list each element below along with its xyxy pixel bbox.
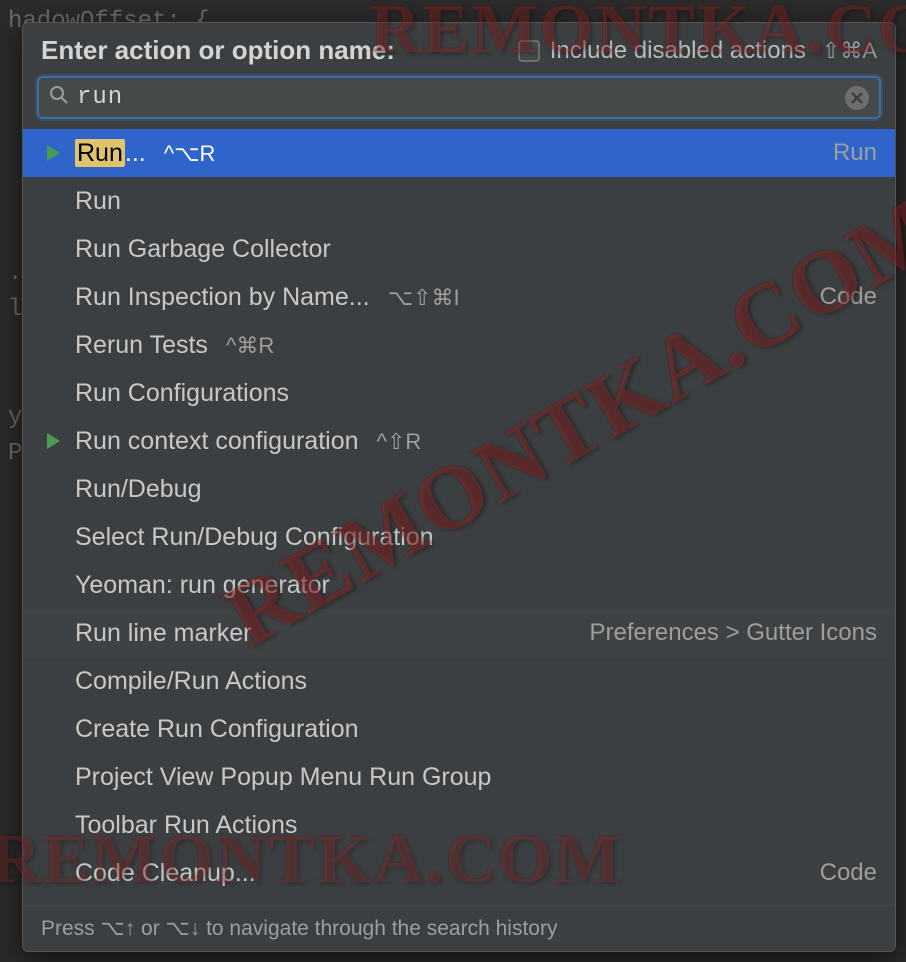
result-label-text: Toolbar Run Actions — [75, 811, 297, 839]
result-shortcut: ^⌘R — [220, 333, 274, 358]
popup-title: Enter action or option name: — [41, 35, 395, 66]
result-group: Code — [820, 283, 877, 311]
result-row[interactable]: Run Inspection by Name... ⌥⇧⌘I Code — [23, 273, 895, 321]
result-row[interactable]: Run/Debug — [23, 465, 895, 513]
result-row[interactable]: Select Run/Debug Configuration — [23, 513, 895, 561]
result-label: Run... ^⌥R — [75, 139, 821, 168]
result-label-text: Run context configuration — [75, 427, 359, 455]
find-action-popup: Enter action or option name: Include dis… — [22, 22, 896, 952]
result-row[interactable]: Rerun Tests ^⌘R — [23, 321, 895, 369]
result-row[interactable]: Run — [23, 177, 895, 225]
clear-search-button[interactable] — [845, 86, 869, 110]
result-label-text: Create Run Configuration — [75, 715, 359, 743]
result-label-text: Yeoman: run generator — [75, 571, 330, 599]
play-icon — [31, 432, 75, 450]
result-label: Project View Popup Menu Run Group — [75, 763, 877, 792]
result-label-text: Compile/Run Actions — [75, 667, 307, 695]
result-label-text: Run Configurations — [75, 379, 289, 407]
result-label: Run Garbage Collector — [75, 235, 877, 264]
include-disabled-checkbox[interactable]: Include disabled actions ⇧⌘A — [518, 37, 877, 65]
result-row[interactable]: Run Garbage Collector — [23, 225, 895, 273]
result-label: Rerun Tests ^⌘R — [75, 331, 877, 360]
result-group: Run — [833, 139, 877, 167]
result-row[interactable]: Run Configurations — [23, 369, 895, 417]
result-label: Compile/Run Actions — [75, 667, 877, 696]
result-label: Run/Debug — [75, 475, 877, 504]
result-row[interactable]: Toolbar Run Actions — [23, 801, 895, 849]
result-shortcut: ^⌥R — [158, 141, 216, 166]
checkbox-label: Include disabled actions — [550, 37, 806, 65]
result-label: Run Inspection by Name... ⌥⇧⌘I — [75, 283, 808, 312]
result-label-text: Run Garbage Collector — [75, 235, 331, 263]
result-group: Code — [820, 859, 877, 887]
result-label-text: Run Inspection by Name... — [75, 283, 370, 311]
result-label-text: Rerun Tests — [75, 331, 208, 359]
result-row[interactable]: Code Cleanup... Code — [23, 849, 895, 897]
match-highlight: Run — [75, 139, 125, 167]
result-row[interactable]: Run... ^⌥RRun — [23, 129, 895, 177]
result-row[interactable]: Project View Popup Menu Run Group — [23, 753, 895, 801]
result-row[interactable]: Yeoman: run generator — [23, 561, 895, 609]
result-label-text: Project View Popup Menu Run Group — [75, 763, 491, 791]
result-label: Run context configuration ^⇧R — [75, 427, 877, 456]
result-label: Select Run/Debug Configuration — [75, 523, 877, 552]
navigation-hint: Press ⌥↑ or ⌥↓ to navigate through the s… — [23, 905, 895, 951]
checkbox-shortcut: ⇧⌘A — [822, 38, 877, 64]
result-label: Code Cleanup... — [75, 859, 808, 888]
result-row[interactable]: Compile/Run Actions — [23, 657, 895, 705]
result-label-text: Run — [75, 187, 121, 215]
result-row[interactable]: Run context configuration ^⇧R — [23, 417, 895, 465]
search-icon — [49, 85, 69, 111]
result-row[interactable]: Run line marker Preferences > Gutter Icon… — [23, 609, 895, 657]
result-shortcut: ⌥⇧⌘I — [382, 285, 460, 310]
result-label: Run Configurations — [75, 379, 877, 408]
search-field-wrapper[interactable] — [37, 76, 881, 119]
result-label-text: ... — [125, 139, 146, 167]
checkbox-icon[interactable] — [518, 40, 540, 62]
results-list: Run... ^⌥RRunRunRun Garbage CollectorRun… — [23, 129, 895, 905]
result-label-text: Code Cleanup... — [75, 859, 256, 887]
result-group: Preferences > Gutter Icons — [590, 619, 877, 647]
result-label: Create Run Configuration — [75, 715, 877, 744]
result-label: Run — [75, 187, 877, 216]
result-label: Yeoman: run generator — [75, 571, 877, 600]
result-label: Toolbar Run Actions — [75, 811, 877, 840]
search-input[interactable] — [77, 84, 845, 111]
result-shortcut: ^⇧R — [371, 429, 422, 454]
result-label: Run line marker — [75, 619, 578, 648]
popup-header: Enter action or option name: Include dis… — [23, 23, 895, 76]
result-label-text: Run/Debug — [75, 475, 201, 503]
result-row[interactable]: Create Run Configuration — [23, 705, 895, 753]
play-icon — [31, 144, 75, 162]
result-label-text: Run line marker — [75, 619, 251, 647]
result-label-text: Select Run/Debug Configuration — [75, 523, 434, 551]
